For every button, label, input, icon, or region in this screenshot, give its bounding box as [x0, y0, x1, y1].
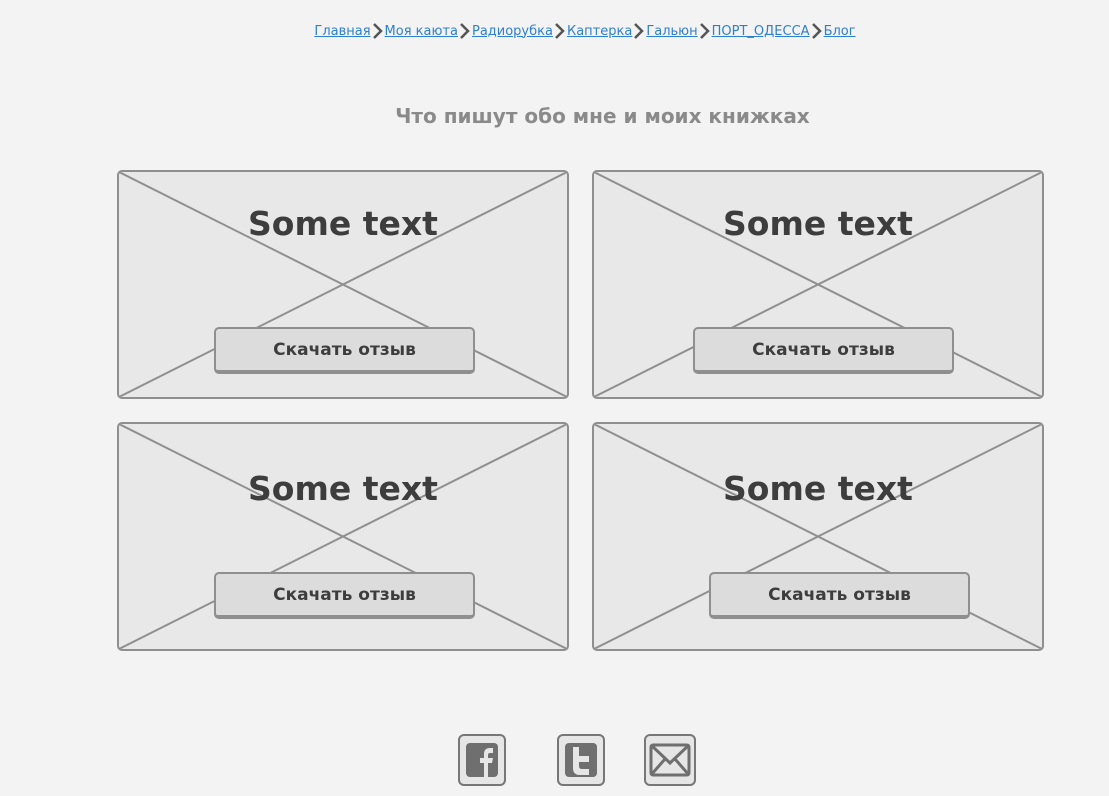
chevron-right-icon	[553, 22, 567, 40]
breadcrumb-link-blog[interactable]: Блог	[824, 24, 856, 39]
chevron-right-icon	[810, 22, 824, 40]
card-text: Some text	[248, 204, 438, 243]
download-review-button[interactable]: Скачать отзыв	[709, 572, 970, 619]
card-text: Some text	[723, 469, 913, 508]
page-title: Что пишут обо мне и моих книжках	[395, 104, 810, 128]
breadcrumb-link-storeroom[interactable]: Каптерка	[567, 24, 632, 39]
chevron-right-icon	[371, 22, 385, 40]
chevron-right-icon	[698, 22, 712, 40]
breadcrumb-link-radio-room[interactable]: Радиорубка	[472, 24, 553, 39]
twitter-icon[interactable]	[556, 733, 606, 787]
breadcrumb-link-port-odessa[interactable]: ПОРТ_ОДЕССА	[712, 24, 810, 39]
download-review-button[interactable]: Скачать отзыв	[214, 572, 475, 619]
chevron-right-icon	[632, 22, 646, 40]
download-review-button[interactable]: Скачать отзыв	[693, 327, 954, 374]
card-text: Some text	[723, 204, 913, 243]
facebook-icon[interactable]	[457, 733, 507, 787]
breadcrumb-link-home[interactable]: Главная	[314, 24, 370, 39]
card-text: Some text	[248, 469, 438, 508]
breadcrumb-link-head[interactable]: Гальюн	[646, 24, 697, 39]
download-review-button[interactable]: Скачать отзыв	[214, 327, 475, 374]
review-card: Some text Скачать отзыв	[592, 170, 1044, 399]
breadcrumb-link-cabin[interactable]: Моя каюта	[385, 24, 458, 39]
mail-icon[interactable]	[643, 733, 696, 787]
review-card: Some text Скачать отзыв	[117, 422, 569, 651]
breadcrumb: Главная Моя каюта Радиорубка Каптерка Га…	[0, 22, 1109, 40]
review-card: Some text Скачать отзыв	[592, 422, 1044, 651]
chevron-right-icon	[458, 22, 472, 40]
review-card: Some text Скачать отзыв	[117, 170, 569, 399]
